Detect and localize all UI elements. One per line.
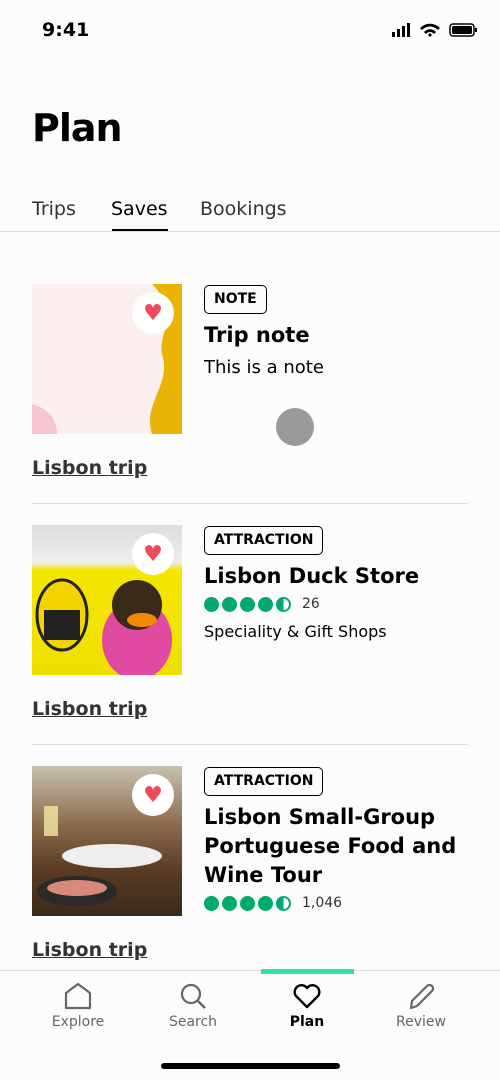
card-category: Speciality & Gift Shops bbox=[204, 622, 387, 641]
card-title[interactable]: Trip note bbox=[204, 321, 474, 350]
rating-bubble-icon bbox=[258, 895, 273, 911]
tabs-divider bbox=[0, 231, 500, 232]
card-subtitle: This is a note bbox=[204, 357, 324, 378]
tab-trips[interactable]: Trips bbox=[32, 198, 76, 220]
trip-link[interactable]: Lisbon trip bbox=[32, 457, 147, 479]
nav-label: Review bbox=[396, 1014, 446, 1030]
card-title[interactable]: Lisbon Duck Store bbox=[204, 562, 474, 591]
saved-heart-button[interactable]: ♥ bbox=[132, 533, 174, 575]
touch-indicator bbox=[276, 408, 314, 446]
rating-bubble-icon bbox=[204, 596, 219, 612]
active-nav-indicator bbox=[261, 969, 354, 974]
card-badge: NOTE bbox=[204, 285, 267, 314]
rating-bubble-icon bbox=[240, 895, 255, 911]
heart-icon: ♥ bbox=[143, 782, 163, 808]
card-divider bbox=[32, 744, 468, 745]
heart-icon bbox=[293, 984, 321, 1009]
rating-bubble-icon bbox=[258, 596, 273, 612]
card-badge: ATTRACTION bbox=[204, 526, 324, 555]
note-image[interactable]: ♥ bbox=[32, 284, 182, 434]
nav-label: Plan bbox=[289, 1014, 325, 1030]
rating-bubble-icon bbox=[240, 596, 255, 612]
nav-label: Explore bbox=[51, 1014, 105, 1030]
saved-heart-button[interactable]: ♥ bbox=[132, 292, 174, 334]
nav-search[interactable]: Search bbox=[143, 982, 243, 1030]
status-time: 9:41 bbox=[42, 19, 90, 41]
home-icon bbox=[64, 982, 92, 1010]
trip-link[interactable]: Lisbon trip bbox=[32, 698, 147, 720]
heart-icon: ♥ bbox=[143, 541, 163, 567]
rating-half-bubble-icon bbox=[276, 596, 291, 612]
status-icons bbox=[392, 22, 482, 42]
review-count: 1,046 bbox=[302, 895, 343, 911]
card-badge: ATTRACTION bbox=[204, 767, 324, 796]
review-count: 26 bbox=[302, 596, 320, 612]
nav-label: Search bbox=[168, 1014, 218, 1030]
card-divider bbox=[32, 503, 468, 504]
rating-bubble-icon bbox=[222, 596, 237, 612]
home-indicator bbox=[161, 1063, 340, 1069]
rating: 1,046 bbox=[204, 895, 342, 911]
heart-icon: ♥ bbox=[143, 300, 163, 326]
nav-review[interactable]: Review bbox=[371, 982, 471, 1030]
food-tour-image[interactable]: ♥ bbox=[32, 766, 182, 916]
trip-link[interactable]: Lisbon trip bbox=[32, 939, 147, 961]
rating-half-bubble-icon bbox=[276, 895, 291, 911]
duck-store-image[interactable]: ♥ bbox=[32, 525, 182, 675]
pencil-icon bbox=[409, 983, 435, 1010]
rating: 26 bbox=[204, 596, 320, 612]
search-icon bbox=[180, 983, 206, 1009]
nav-explore[interactable]: Explore bbox=[28, 982, 128, 1030]
page-title: Plan bbox=[32, 106, 123, 150]
tab-saves[interactable]: Saves bbox=[111, 198, 168, 220]
rating-bubble-icon bbox=[204, 895, 219, 911]
nav-plan[interactable]: Plan bbox=[257, 982, 357, 1030]
card-title[interactable]: Lisbon Small-Group Portuguese Food and W… bbox=[204, 803, 474, 890]
tab-bookings[interactable]: Bookings bbox=[200, 198, 287, 220]
rating-bubble-icon bbox=[222, 895, 237, 911]
saved-heart-button[interactable]: ♥ bbox=[132, 774, 174, 816]
